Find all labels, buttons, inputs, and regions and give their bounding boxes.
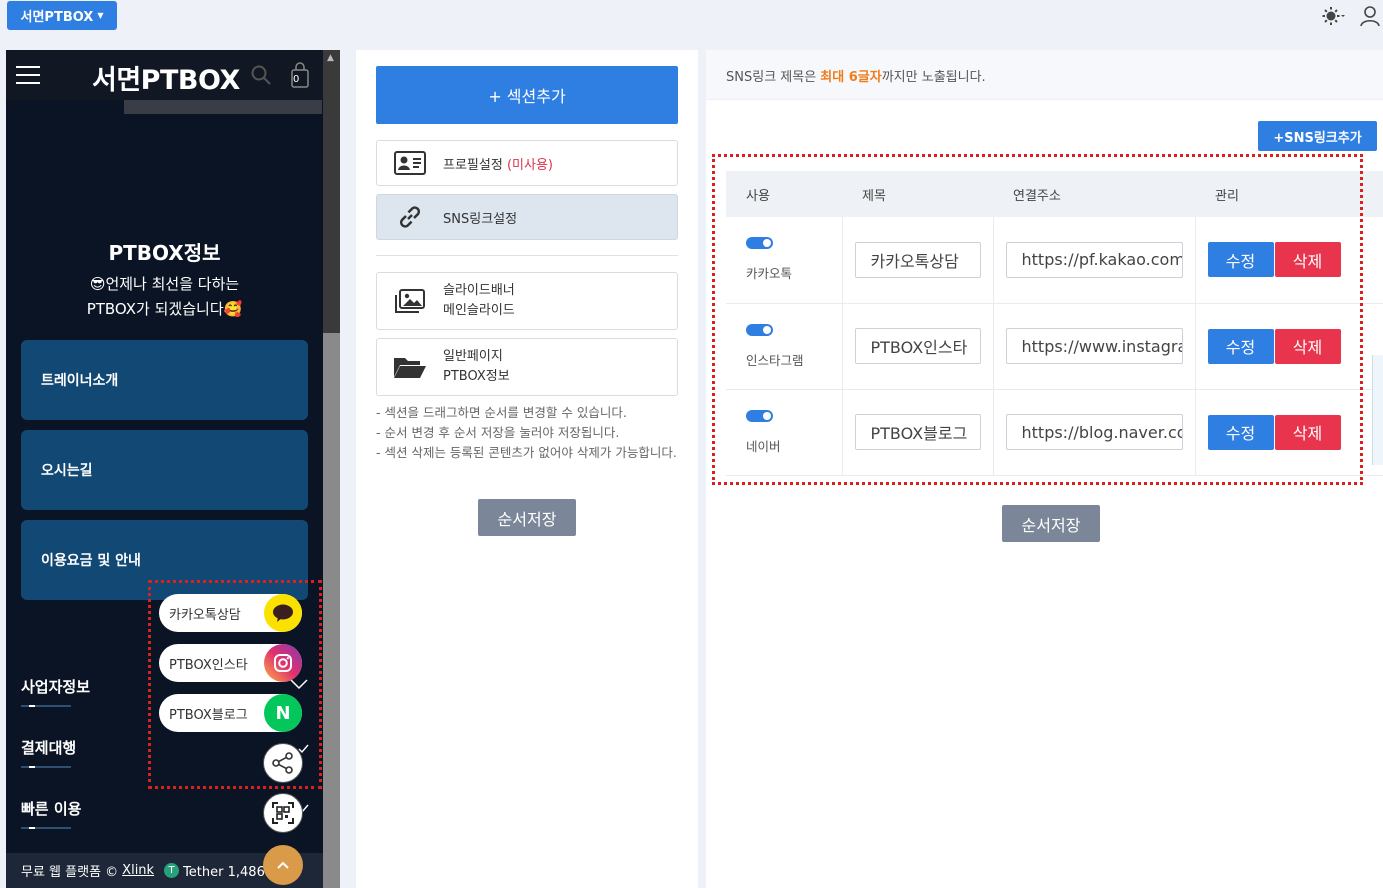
section-item-slide-banner[interactable]: 슬라이드배너 메인슬라이드 bbox=[376, 272, 678, 330]
qr-code-icon[interactable] bbox=[263, 793, 303, 833]
section-item-label: 슬라이드배너 bbox=[443, 283, 515, 298]
scroll-up-arrow-icon[interactable]: ▲ bbox=[327, 53, 334, 63]
unused-badge: (미사용) bbox=[506, 157, 553, 173]
add-section-button[interactable]: + 섹션추가 bbox=[376, 66, 678, 124]
section-item-sublabel: PTBOX정보 bbox=[443, 369, 510, 384]
cart-count: 0 bbox=[293, 74, 300, 85]
sns-notice: SNS링크 제목은 최대 6글자까지만 노출됩니다. bbox=[706, 50, 1383, 100]
footer-underline bbox=[21, 705, 71, 707]
site-select-button[interactable]: 서면PTBOX ▼ bbox=[7, 1, 117, 30]
images-icon bbox=[377, 288, 443, 314]
add-sns-link-button[interactable]: +SNS링크추가 bbox=[1258, 121, 1377, 151]
section-item-label: 프로필설정 bbox=[443, 157, 503, 173]
save-sns-order-button[interactable]: 순서저장 bbox=[1002, 505, 1100, 542]
folder-icon bbox=[377, 354, 443, 380]
section-item-label: 일반페이지 bbox=[443, 349, 503, 364]
search-icon[interactable] bbox=[250, 64, 272, 90]
tether-icon: T bbox=[164, 863, 180, 878]
banner-image-strip bbox=[124, 100, 322, 114]
theme-sun-icon[interactable] bbox=[1321, 4, 1347, 28]
menu-card-directions[interactable]: 오시는길 bbox=[21, 430, 308, 510]
info-title: PTBOX정보 bbox=[108, 241, 221, 265]
info-line-1: 😎언제나 최선을 다하는 bbox=[89, 275, 240, 293]
user-icon[interactable] bbox=[1357, 4, 1383, 28]
info-subtitle: 😎언제나 최선을 다하는 PTBOX가 되겠습니다🥰 bbox=[6, 272, 323, 322]
note-line: - 순서 변경 후 순서 저장을 눌러야 저장됩니다. bbox=[376, 425, 620, 440]
note-line: - 섹션을 드래그하면 순서를 변경할 수 있습니다. bbox=[376, 405, 627, 420]
menu-card-trainer[interactable]: 트레이너소개 bbox=[21, 340, 308, 420]
footer-underline bbox=[21, 766, 71, 768]
caret-down-icon: ▼ bbox=[97, 11, 104, 20]
note-line: - 섹션 삭제는 등록된 콘텐츠가 없어야 삭제가 가능합니다. bbox=[376, 445, 677, 460]
highlight-box-floating-buttons bbox=[148, 580, 322, 789]
hamburger-menu-icon[interactable] bbox=[16, 66, 40, 84]
preview-header: 서면PTBOX 0 bbox=[6, 50, 323, 100]
section-panel: + 섹션추가 프로필설정 (미사용) SNS링크설정 슬라이드배너 메인슬라이드… bbox=[356, 50, 698, 888]
bottom-text: 무료 웹 플랫폼 © bbox=[21, 865, 119, 880]
footer-link-business-info[interactable]: 사업자정보 bbox=[21, 676, 90, 697]
preview-scrollbar-thumb[interactable] bbox=[323, 333, 340, 888]
highlight-box-sns-table bbox=[712, 154, 1363, 485]
notice-highlight: 최대 6글자 bbox=[820, 70, 882, 85]
section-item-label: SNS링크설정 bbox=[443, 211, 518, 227]
save-order-button[interactable]: 순서저장 bbox=[478, 499, 576, 536]
section-notes: - 섹션을 드래그하면 순서를 변경할 수 있습니다. - 순서 변경 후 순서… bbox=[376, 403, 681, 463]
footer-underline bbox=[21, 827, 71, 829]
xlink-link[interactable]: Xlink bbox=[122, 863, 154, 878]
section-item-profile[interactable]: 프로필설정 (미사용) bbox=[376, 140, 678, 186]
section-divider bbox=[376, 255, 678, 256]
profile-card-icon bbox=[377, 151, 443, 175]
footer-link-payment[interactable]: 결제대행 bbox=[21, 737, 76, 758]
footer-link-quick-use[interactable]: 빠른 이용 bbox=[21, 798, 81, 819]
info-line-2: PTBOX가 되겠습니다🥰 bbox=[86, 300, 243, 318]
site-select-label: 서면PTBOX bbox=[20, 10, 94, 25]
section-item-sns[interactable]: SNS링크설정 bbox=[376, 194, 678, 240]
link-icon bbox=[377, 203, 443, 231]
notice-text: SNS링크 제목은 bbox=[726, 70, 821, 85]
side-panel-edge bbox=[1372, 355, 1383, 465]
section-item-sublabel: 메인슬라이드 bbox=[443, 303, 515, 318]
notice-text: 까지만 노출됩니다. bbox=[881, 70, 986, 85]
scroll-top-button[interactable] bbox=[263, 845, 303, 885]
preview-title: 서면PTBOX bbox=[92, 65, 240, 96]
section-item-general-page[interactable]: 일반페이지 PTBOX정보 bbox=[376, 338, 678, 396]
